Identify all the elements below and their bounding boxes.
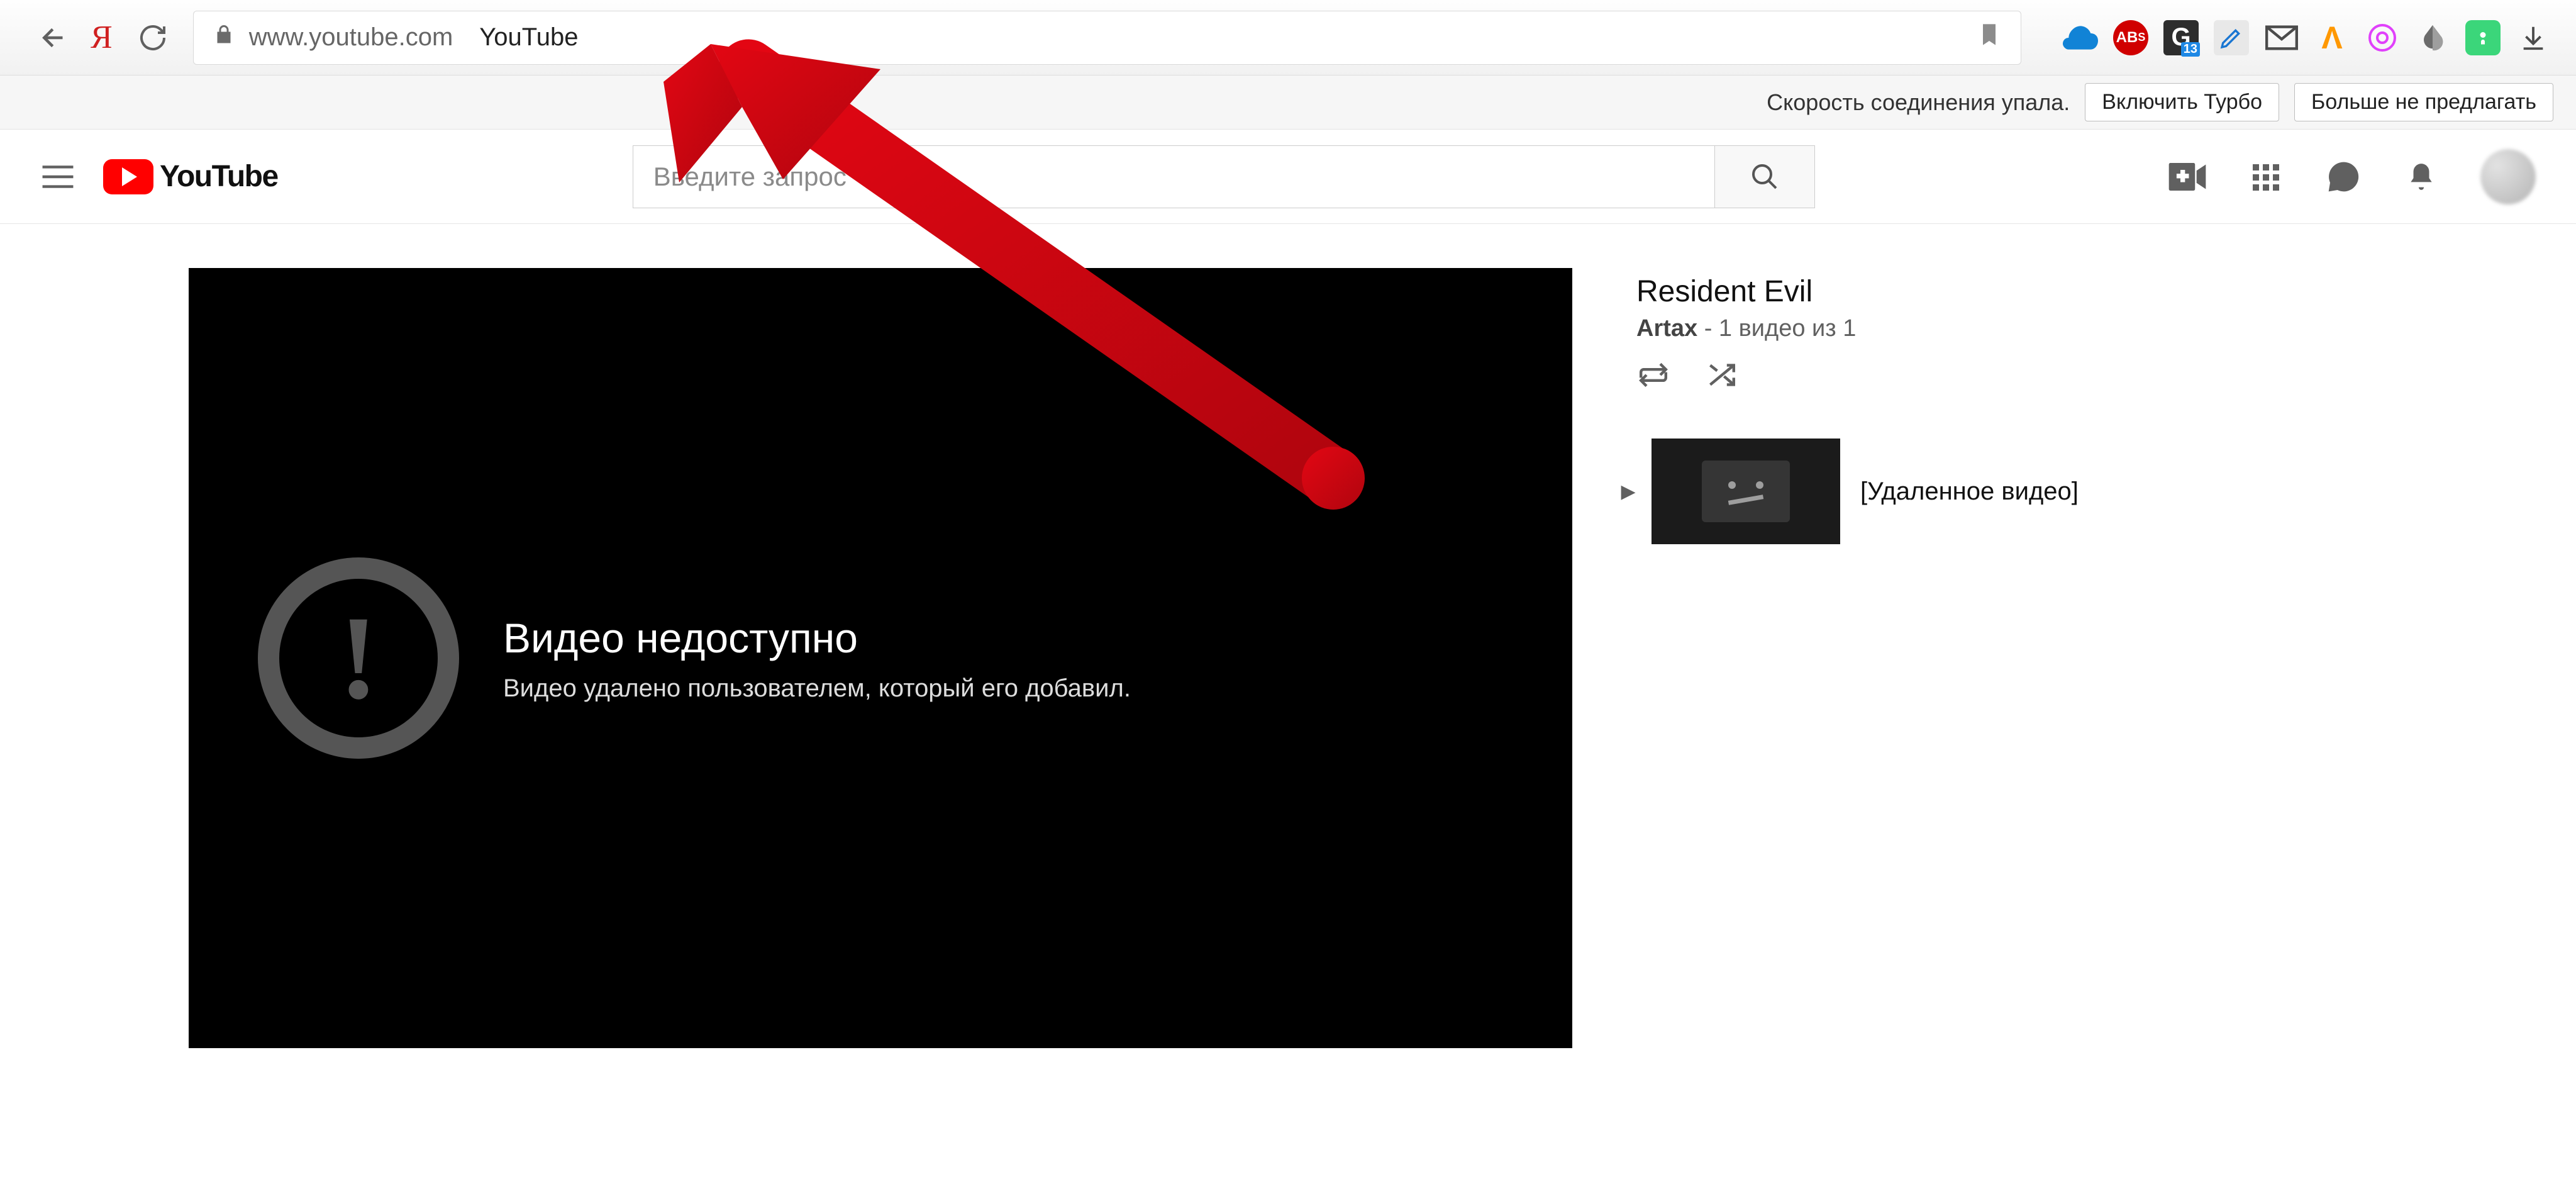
youtube-play-icon — [103, 159, 153, 194]
youtube-logo[interactable]: YouTube — [103, 159, 278, 194]
warning-icon: ! — [258, 557, 459, 759]
video-plus-icon — [2168, 163, 2206, 191]
lock-icon — [213, 23, 235, 52]
playlist-item-thumb — [1652, 439, 1840, 544]
messages-button[interactable] — [2324, 158, 2362, 196]
search-input[interactable] — [633, 145, 1714, 208]
yandex-home-button[interactable]: Я — [91, 19, 113, 56]
playlist-items: ▶ [Удаленное видео] — [1616, 432, 2371, 550]
ext-mail-icon[interactable] — [2264, 20, 2299, 55]
playlist-title: Resident Evil — [1636, 274, 2351, 309]
ext-download-icon[interactable] — [2516, 20, 2551, 55]
enable-turbo-button[interactable]: Включить Турбо — [2085, 83, 2279, 121]
chat-bubble-icon — [2326, 159, 2361, 194]
ext-adblock-icon[interactable]: ABS — [2113, 20, 2148, 55]
header-actions — [2168, 149, 2536, 204]
ext-circle-icon[interactable] — [2365, 20, 2400, 55]
playlist-controls — [1636, 361, 2351, 392]
browser-toolbar: Я www.youtube.com YouTube ABS G13 Λ — [0, 0, 2576, 75]
reload-button[interactable] — [138, 23, 168, 53]
ext-edit-icon[interactable] — [2214, 20, 2249, 55]
playlist-panel: Resident Evil Artax - 1 видео из 1 ▶ — [1616, 268, 2371, 1048]
back-button[interactable] — [31, 21, 65, 55]
bell-icon — [2406, 159, 2437, 194]
apps-grid-icon — [2250, 162, 2280, 192]
apps-button[interactable] — [2246, 158, 2284, 196]
page-content: ! Видео недоступно Видео удалено пользов… — [0, 224, 2576, 1048]
youtube-wordmark: YouTube — [160, 159, 278, 194]
loop-button[interactable] — [1636, 361, 1670, 392]
reload-icon — [138, 23, 168, 53]
bookmark-button[interactable] — [1977, 22, 2002, 53]
ext-lambda-icon[interactable]: Λ — [2314, 20, 2350, 55]
dismiss-turbo-button[interactable]: Больше не предлагать — [2294, 83, 2553, 121]
ext-google-icon[interactable]: G13 — [2163, 20, 2199, 55]
shuffle-button[interactable] — [1704, 361, 1738, 392]
url-text: www.youtube.com — [249, 23, 453, 52]
ext-cloud-icon[interactable] — [2063, 20, 2098, 55]
menu-button[interactable] — [40, 164, 75, 189]
shuffle-icon — [1704, 361, 1738, 389]
url-bar[interactable]: www.youtube.com YouTube — [193, 11, 2021, 65]
infobar-message: Скорость соединения упала. — [1767, 89, 2070, 116]
hamburger-icon — [40, 164, 75, 189]
now-playing-indicator-icon: ▶ — [1618, 481, 1639, 503]
user-avatar[interactable] — [2480, 149, 2536, 204]
player-error-title: Видео недоступно — [503, 614, 1131, 662]
extension-icons: ABS G13 Λ — [2063, 20, 2551, 55]
playlist-item-label: [Удаленное видео] — [1853, 478, 2079, 506]
playlist-header: Resident Evil Artax - 1 видео из 1 — [1616, 268, 2371, 407]
deleted-video-icon — [1702, 461, 1790, 522]
playlist-subtitle: Artax - 1 видео из 1 — [1636, 315, 2351, 342]
notifications-button[interactable] — [2402, 158, 2440, 196]
loop-icon — [1636, 361, 1670, 389]
playlist-meta: - 1 видео из 1 — [1697, 315, 1856, 342]
ext-drop-icon[interactable] — [2415, 20, 2450, 55]
player-error-message: Видео недоступно Видео удалено пользоват… — [503, 614, 1131, 703]
playlist-item[interactable]: ▶ [Удаленное видео] — [1616, 432, 2371, 550]
bookmark-icon — [1977, 22, 2002, 47]
playlist-author[interactable]: Artax — [1636, 315, 1697, 342]
create-button[interactable] — [2168, 158, 2206, 196]
ext-shield-icon[interactable] — [2465, 20, 2501, 55]
search-container — [633, 145, 1815, 208]
youtube-header: YouTube — [0, 130, 2576, 224]
player-error-subtitle: Видео удалено пользователем, который его… — [503, 674, 1131, 703]
search-button[interactable] — [1714, 145, 1815, 208]
video-player[interactable]: ! Видео недоступно Видео удалено пользов… — [189, 268, 1572, 1048]
site-title: YouTube — [479, 23, 578, 52]
search-icon — [1750, 162, 1780, 192]
arrow-left-icon — [31, 21, 65, 55]
turbo-infobar: Скорость соединения упала. Включить Турб… — [0, 75, 2576, 130]
